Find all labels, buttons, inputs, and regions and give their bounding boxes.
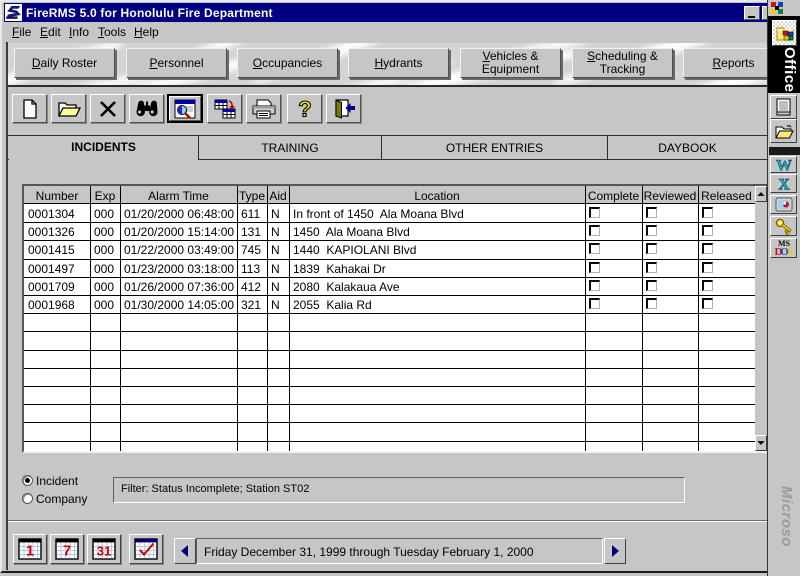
svg-text:1: 1 — [26, 543, 34, 560]
svg-text:X: X — [778, 176, 790, 192]
svg-text:W: W — [776, 157, 792, 173]
svg-text:S: S — [786, 246, 792, 257]
svg-text:31: 31 — [97, 544, 111, 559]
svg-text:?: ? — [298, 97, 311, 121]
svg-text:7: 7 — [63, 543, 71, 560]
